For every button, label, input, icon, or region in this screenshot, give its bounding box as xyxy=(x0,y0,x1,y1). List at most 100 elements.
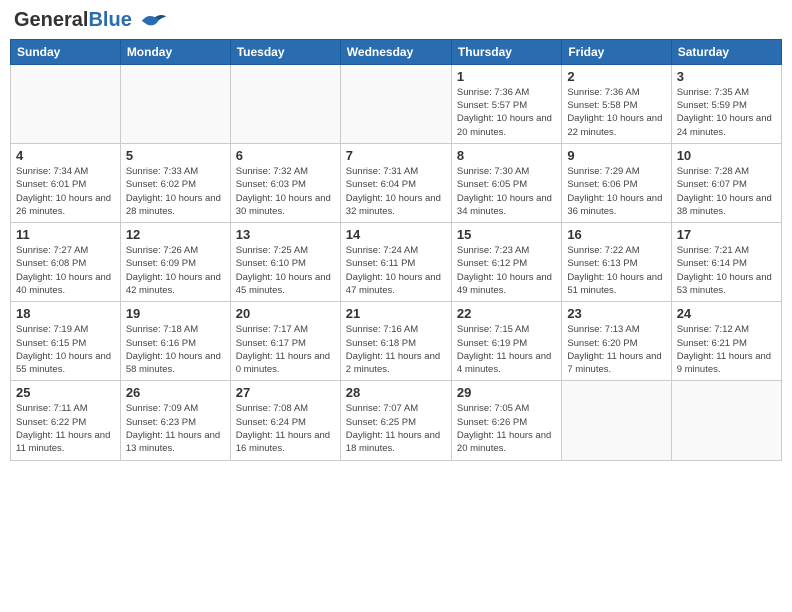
day-info: Sunrise: 7:11 AMSunset: 6:22 PMDaylight:… xyxy=(16,402,115,455)
day-number: 2 xyxy=(567,69,665,84)
calendar-cell: 7 Sunrise: 7:31 AMSunset: 6:04 PMDaylight… xyxy=(340,143,451,222)
day-info: Sunrise: 7:36 AMSunset: 5:58 PMDaylight:… xyxy=(567,86,665,139)
day-number: 8 xyxy=(457,148,556,163)
day-info: Sunrise: 7:16 AMSunset: 6:18 PMDaylight:… xyxy=(346,323,446,376)
calendar-cell: 2 Sunrise: 7:36 AMSunset: 5:58 PMDaylight… xyxy=(562,64,671,143)
day-info: Sunrise: 7:36 AMSunset: 5:57 PMDaylight:… xyxy=(457,86,556,139)
column-header-sunday: Sunday xyxy=(11,39,121,64)
day-number: 13 xyxy=(236,227,335,242)
column-header-friday: Friday xyxy=(562,39,671,64)
day-number: 23 xyxy=(567,306,665,321)
day-info: Sunrise: 7:24 AMSunset: 6:11 PMDaylight:… xyxy=(346,244,446,297)
day-info: Sunrise: 7:25 AMSunset: 6:10 PMDaylight:… xyxy=(236,244,335,297)
calendar-cell: 5 Sunrise: 7:33 AMSunset: 6:02 PMDaylight… xyxy=(120,143,230,222)
day-info: Sunrise: 7:28 AMSunset: 6:07 PMDaylight:… xyxy=(677,165,776,218)
logo: GeneralBlue xyxy=(14,10,168,31)
day-number: 25 xyxy=(16,385,115,400)
calendar-cell: 3 Sunrise: 7:35 AMSunset: 5:59 PMDaylight… xyxy=(671,64,781,143)
day-info: Sunrise: 7:29 AMSunset: 6:06 PMDaylight:… xyxy=(567,165,665,218)
day-info: Sunrise: 7:17 AMSunset: 6:17 PMDaylight:… xyxy=(236,323,335,376)
calendar-week-1: 1Sunrise: 7:36 AMSunset: 5:57 PMDaylight… xyxy=(11,64,782,143)
calendar-cell: 16 Sunrise: 7:22 AMSunset: 6:13 PMDayligh… xyxy=(562,223,671,302)
column-header-saturday: Saturday xyxy=(671,39,781,64)
calendar-cell: 19 Sunrise: 7:18 AMSunset: 6:16 PMDayligh… xyxy=(120,302,230,381)
calendar-week-2: 4 Sunrise: 7:34 AMSunset: 6:01 PMDaylight… xyxy=(11,143,782,222)
day-info: Sunrise: 7:22 AMSunset: 6:13 PMDaylight:… xyxy=(567,244,665,297)
day-number: 29 xyxy=(457,385,556,400)
calendar-cell: 1Sunrise: 7:36 AMSunset: 5:57 PMDaylight… xyxy=(451,64,561,143)
page-header: GeneralBlue xyxy=(10,10,782,31)
day-info: Sunrise: 7:31 AMSunset: 6:04 PMDaylight:… xyxy=(346,165,446,218)
day-number: 20 xyxy=(236,306,335,321)
calendar-cell: 14 Sunrise: 7:24 AMSunset: 6:11 PMDayligh… xyxy=(340,223,451,302)
day-number: 6 xyxy=(236,148,335,163)
calendar-table: SundayMondayTuesdayWednesdayThursdayFrid… xyxy=(10,39,782,461)
calendar-cell: 21 Sunrise: 7:16 AMSunset: 6:18 PMDayligh… xyxy=(340,302,451,381)
day-number: 4 xyxy=(16,148,115,163)
day-info: Sunrise: 7:09 AMSunset: 6:23 PMDaylight:… xyxy=(126,402,225,455)
calendar-cell: 18 Sunrise: 7:19 AMSunset: 6:15 PMDayligh… xyxy=(11,302,121,381)
calendar-cell xyxy=(340,64,451,143)
calendar-cell xyxy=(120,64,230,143)
calendar-week-4: 18 Sunrise: 7:19 AMSunset: 6:15 PMDayligh… xyxy=(11,302,782,381)
day-info: Sunrise: 7:34 AMSunset: 6:01 PMDaylight:… xyxy=(16,165,115,218)
day-number: 12 xyxy=(126,227,225,242)
calendar-cell xyxy=(11,64,121,143)
calendar-cell: 9 Sunrise: 7:29 AMSunset: 6:06 PMDaylight… xyxy=(562,143,671,222)
calendar-cell: 17 Sunrise: 7:21 AMSunset: 6:14 PMDayligh… xyxy=(671,223,781,302)
calendar-cell: 22 Sunrise: 7:15 AMSunset: 6:19 PMDayligh… xyxy=(451,302,561,381)
day-info: Sunrise: 7:33 AMSunset: 6:02 PMDaylight:… xyxy=(126,165,225,218)
calendar-cell: 26 Sunrise: 7:09 AMSunset: 6:23 PMDayligh… xyxy=(120,381,230,460)
column-header-monday: Monday xyxy=(120,39,230,64)
day-info: Sunrise: 7:18 AMSunset: 6:16 PMDaylight:… xyxy=(126,323,225,376)
day-info: Sunrise: 7:19 AMSunset: 6:15 PMDaylight:… xyxy=(16,323,115,376)
day-info: Sunrise: 7:30 AMSunset: 6:05 PMDaylight:… xyxy=(457,165,556,218)
day-info: Sunrise: 7:15 AMSunset: 6:19 PMDaylight:… xyxy=(457,323,556,376)
day-info: Sunrise: 7:13 AMSunset: 6:20 PMDaylight:… xyxy=(567,323,665,376)
calendar-cell: 12 Sunrise: 7:26 AMSunset: 6:09 PMDayligh… xyxy=(120,223,230,302)
day-info: Sunrise: 7:07 AMSunset: 6:25 PMDaylight:… xyxy=(346,402,446,455)
day-info: Sunrise: 7:26 AMSunset: 6:09 PMDaylight:… xyxy=(126,244,225,297)
day-number: 9 xyxy=(567,148,665,163)
day-number: 21 xyxy=(346,306,446,321)
calendar-cell: 28 Sunrise: 7:07 AMSunset: 6:25 PMDayligh… xyxy=(340,381,451,460)
day-number: 26 xyxy=(126,385,225,400)
day-number: 10 xyxy=(677,148,776,163)
day-number: 3 xyxy=(677,69,776,84)
day-info: Sunrise: 7:32 AMSunset: 6:03 PMDaylight:… xyxy=(236,165,335,218)
calendar-cell xyxy=(230,64,340,143)
day-number: 11 xyxy=(16,227,115,242)
day-number: 16 xyxy=(567,227,665,242)
day-number: 18 xyxy=(16,306,115,321)
day-number: 28 xyxy=(346,385,446,400)
logo-text: GeneralBlue xyxy=(14,10,168,31)
day-number: 22 xyxy=(457,306,556,321)
day-number: 7 xyxy=(346,148,446,163)
calendar-cell: 20 Sunrise: 7:17 AMSunset: 6:17 PMDayligh… xyxy=(230,302,340,381)
day-info: Sunrise: 7:35 AMSunset: 5:59 PMDaylight:… xyxy=(677,86,776,139)
calendar-week-5: 25 Sunrise: 7:11 AMSunset: 6:22 PMDayligh… xyxy=(11,381,782,460)
calendar-cell: 15Sunrise: 7:23 AMSunset: 6:12 PMDayligh… xyxy=(451,223,561,302)
calendar-cell: 27 Sunrise: 7:08 AMSunset: 6:24 PMDayligh… xyxy=(230,381,340,460)
calendar-cell: 29Sunrise: 7:05 AMSunset: 6:26 PMDayligh… xyxy=(451,381,561,460)
column-header-wednesday: Wednesday xyxy=(340,39,451,64)
calendar-cell: 25 Sunrise: 7:11 AMSunset: 6:22 PMDayligh… xyxy=(11,381,121,460)
calendar-cell: 24 Sunrise: 7:12 AMSunset: 6:21 PMDayligh… xyxy=(671,302,781,381)
calendar-cell: 23 Sunrise: 7:13 AMSunset: 6:20 PMDayligh… xyxy=(562,302,671,381)
day-number: 5 xyxy=(126,148,225,163)
day-info: Sunrise: 7:12 AMSunset: 6:21 PMDaylight:… xyxy=(677,323,776,376)
day-number: 24 xyxy=(677,306,776,321)
day-number: 17 xyxy=(677,227,776,242)
calendar-cell: 13 Sunrise: 7:25 AMSunset: 6:10 PMDayligh… xyxy=(230,223,340,302)
calendar-cell xyxy=(671,381,781,460)
calendar-cell xyxy=(562,381,671,460)
calendar-week-3: 11 Sunrise: 7:27 AMSunset: 6:08 PMDayligh… xyxy=(11,223,782,302)
day-info: Sunrise: 7:08 AMSunset: 6:24 PMDaylight:… xyxy=(236,402,335,455)
day-info: Sunrise: 7:21 AMSunset: 6:14 PMDaylight:… xyxy=(677,244,776,297)
day-number: 27 xyxy=(236,385,335,400)
day-number: 19 xyxy=(126,306,225,321)
day-info: Sunrise: 7:27 AMSunset: 6:08 PMDaylight:… xyxy=(16,244,115,297)
calendar-cell: 8 Sunrise: 7:30 AMSunset: 6:05 PMDaylight… xyxy=(451,143,561,222)
calendar-cell: 10 Sunrise: 7:28 AMSunset: 6:07 PMDayligh… xyxy=(671,143,781,222)
day-number: 14 xyxy=(346,227,446,242)
